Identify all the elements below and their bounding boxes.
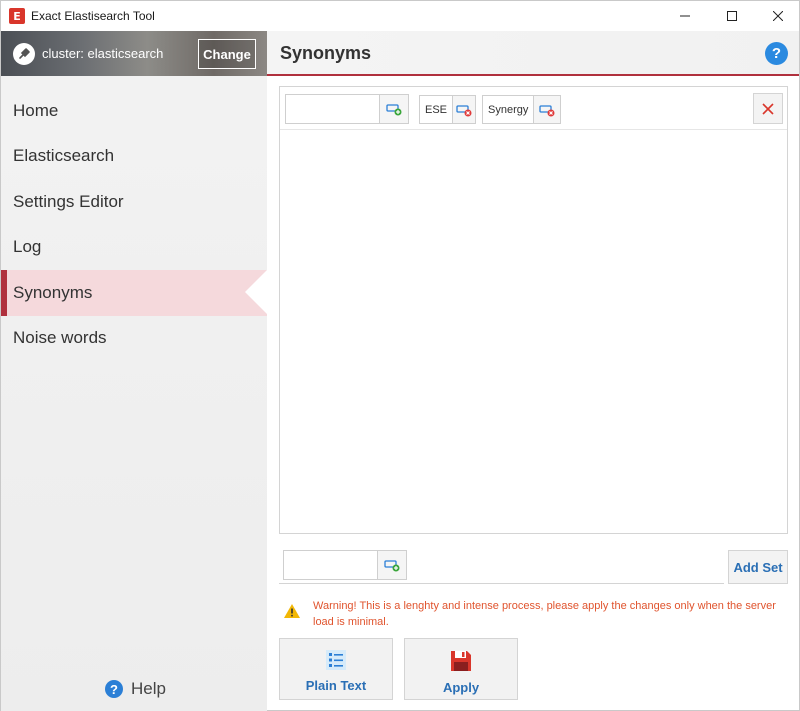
warning-message: Warning! This is a lenghty and intense p… <box>283 598 791 630</box>
sidebar-nav: Home Elasticsearch Settings Editor Log S… <box>1 88 267 361</box>
close-button[interactable] <box>755 1 800 31</box>
plug-icon <box>13 43 35 65</box>
sidebar-item-label: Log <box>13 237 42 257</box>
warning-text: Warning! This is a lenghty and intense p… <box>313 600 776 628</box>
cluster-bar: cluster: elasticsearch Change <box>1 31 267 76</box>
sidebar-item-label: Synonyms <box>13 282 93 302</box>
app-window: E Exact Elastisearch Tool cluster: elast… <box>0 0 800 711</box>
sidebar-item-home[interactable]: Home <box>1 88 267 134</box>
close-icon <box>773 11 783 21</box>
sidebar-item-settings-editor[interactable]: Settings Editor <box>1 179 267 225</box>
help-label: Help <box>131 679 166 698</box>
window-title: Exact Elastisearch Tool <box>31 9 155 23</box>
list-icon <box>326 650 346 670</box>
new-set-input[interactable] <box>284 551 377 579</box>
add-set-button[interactable]: Add Set <box>728 550 788 584</box>
synonym-term-label: Synergy <box>488 103 529 116</box>
sidebar: cluster: elasticsearch Change Home Elast… <box>1 31 267 711</box>
sidebar-item-noise-words[interactable]: Noise words <box>1 316 267 362</box>
divider <box>279 583 724 584</box>
minimize-button[interactable] <box>662 1 708 31</box>
help-link[interactable]: ? Help <box>105 679 166 699</box>
change-cluster-button[interactable]: Change <box>198 39 256 69</box>
new-term-input[interactable] <box>286 95 379 123</box>
remove-term-icon <box>539 104 555 116</box>
apply-label: Apply <box>442 680 480 695</box>
sidebar-item-log[interactable]: Log <box>1 225 267 271</box>
remove-term-button[interactable] <box>452 96 475 123</box>
maximize-button[interactable] <box>709 1 755 31</box>
add-term-icon <box>386 104 402 116</box>
apply-button[interactable]: Apply <box>404 638 518 700</box>
plain-text-button[interactable]: Plain Text <box>279 638 393 700</box>
minimize-icon <box>680 15 690 17</box>
remove-term-icon <box>456 104 472 116</box>
save-icon <box>451 651 471 671</box>
help-icon[interactable]: ? <box>765 42 788 65</box>
warning-icon <box>284 604 300 618</box>
synonym-sets-panel: ESE Synergy <box>279 86 788 534</box>
synonym-term-chip: ESE <box>419 95 476 124</box>
new-term-field <box>285 94 409 124</box>
remove-term-button[interactable] <box>533 96 560 123</box>
plain-text-label: Plain Text <box>305 678 367 693</box>
title-bar: E Exact Elastisearch Tool <box>1 1 799 31</box>
sidebar-item-label: Noise words <box>13 328 107 348</box>
sidebar-item-label: Settings Editor <box>13 191 124 211</box>
add-set-term-button[interactable] <box>377 551 406 579</box>
add-term-button[interactable] <box>379 95 408 123</box>
sidebar-item-elasticsearch[interactable]: Elasticsearch <box>1 134 267 180</box>
help-icon: ? <box>105 680 123 698</box>
page-header: Synonyms ? <box>267 31 799 76</box>
delete-set-button[interactable] <box>753 93 783 124</box>
sidebar-item-label: Elasticsearch <box>13 146 115 166</box>
sidebar-item-label: Home <box>13 100 59 120</box>
new-set-field <box>283 550 407 580</box>
synonym-term-chip: Synergy <box>482 95 561 124</box>
synonym-set-row: ESE Synergy <box>280 87 787 130</box>
maximize-icon <box>727 11 737 21</box>
app-logo-icon: E <box>9 8 25 24</box>
cluster-label: cluster: elasticsearch <box>42 46 164 61</box>
page-title: Synonyms <box>280 43 372 63</box>
add-term-icon <box>384 560 400 572</box>
synonym-term-label: ESE <box>425 103 448 116</box>
close-icon <box>762 102 774 115</box>
sidebar-item-synonyms[interactable]: Synonyms <box>1 270 267 316</box>
